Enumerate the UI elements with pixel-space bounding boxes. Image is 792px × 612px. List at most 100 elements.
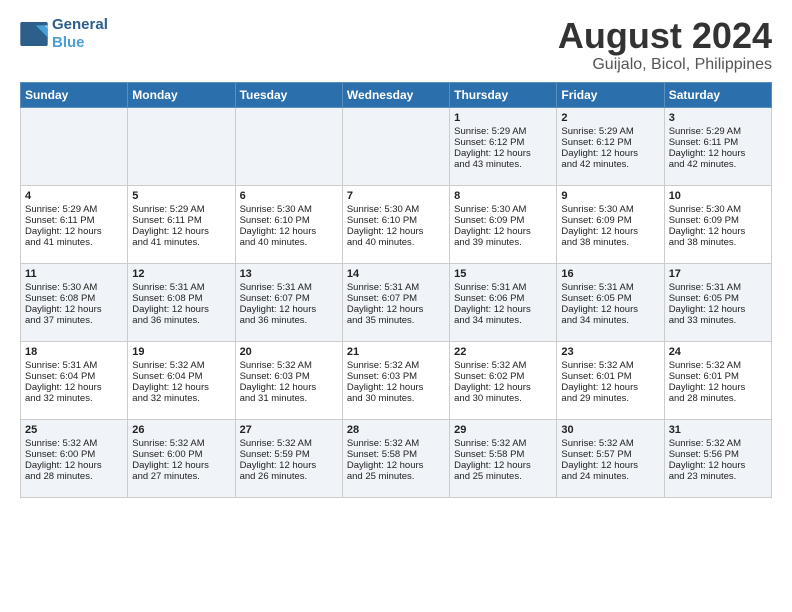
- cell-content-line: and 32 minutes.: [132, 393, 230, 404]
- cell-content-line: and 43 minutes.: [454, 159, 552, 170]
- header-wednesday: Wednesday: [342, 82, 449, 107]
- cell-content-line: and 27 minutes.: [132, 471, 230, 482]
- cell-2-7: 10Sunrise: 5:30 AMSunset: 6:09 PMDayligh…: [664, 185, 771, 263]
- cell-content-line: Daylight: 12 hours: [561, 460, 659, 471]
- cell-content-line: Sunrise: 5:29 AM: [561, 126, 659, 137]
- cell-content-line: Sunset: 6:06 PM: [454, 293, 552, 304]
- cell-content-line: Sunset: 6:12 PM: [561, 137, 659, 148]
- day-number: 1: [454, 112, 552, 124]
- day-number: 30: [561, 424, 659, 436]
- day-number: 24: [669, 346, 767, 358]
- cell-content-line: and 30 minutes.: [454, 393, 552, 404]
- cell-1-5: 1Sunrise: 5:29 AMSunset: 6:12 PMDaylight…: [450, 107, 557, 185]
- header-row: Sunday Monday Tuesday Wednesday Thursday…: [21, 82, 772, 107]
- cell-content-line: Sunrise: 5:32 AM: [669, 360, 767, 371]
- cell-content-line: Sunset: 6:01 PM: [561, 371, 659, 382]
- cell-content-line: Sunset: 6:04 PM: [132, 371, 230, 382]
- cell-content-line: Sunrise: 5:32 AM: [561, 360, 659, 371]
- cell-content-line: Sunrise: 5:32 AM: [240, 360, 338, 371]
- cell-content-line: Daylight: 12 hours: [132, 226, 230, 237]
- day-number: 3: [669, 112, 767, 124]
- cell-content-line: and 25 minutes.: [347, 471, 445, 482]
- day-number: 7: [347, 190, 445, 202]
- day-number: 13: [240, 268, 338, 280]
- cell-content-line: Sunset: 6:08 PM: [25, 293, 123, 304]
- cell-content-line: Sunrise: 5:31 AM: [669, 282, 767, 293]
- cell-content-line: Sunrise: 5:31 AM: [132, 282, 230, 293]
- cell-5-6: 30Sunrise: 5:32 AMSunset: 5:57 PMDayligh…: [557, 419, 664, 497]
- cell-4-5: 22Sunrise: 5:32 AMSunset: 6:02 PMDayligh…: [450, 341, 557, 419]
- header: General Blue August 2024 Guijalo, Bicol,…: [20, 16, 772, 74]
- cell-5-5: 29Sunrise: 5:32 AMSunset: 5:58 PMDayligh…: [450, 419, 557, 497]
- cell-2-5: 8Sunrise: 5:30 AMSunset: 6:09 PMDaylight…: [450, 185, 557, 263]
- cell-3-4: 14Sunrise: 5:31 AMSunset: 6:07 PMDayligh…: [342, 263, 449, 341]
- day-number: 21: [347, 346, 445, 358]
- cell-content-line: and 29 minutes.: [561, 393, 659, 404]
- cell-content-line: and 33 minutes.: [669, 315, 767, 326]
- cell-content-line: and 25 minutes.: [454, 471, 552, 482]
- week-row-3: 11Sunrise: 5:30 AMSunset: 6:08 PMDayligh…: [21, 263, 772, 341]
- cell-content-line: Sunrise: 5:31 AM: [347, 282, 445, 293]
- day-number: 28: [347, 424, 445, 436]
- cell-3-6: 16Sunrise: 5:31 AMSunset: 6:05 PMDayligh…: [557, 263, 664, 341]
- cell-content-line: Daylight: 12 hours: [669, 226, 767, 237]
- cell-3-3: 13Sunrise: 5:31 AMSunset: 6:07 PMDayligh…: [235, 263, 342, 341]
- cell-content-line: Daylight: 12 hours: [240, 382, 338, 393]
- header-thursday: Thursday: [450, 82, 557, 107]
- week-row-1: 1Sunrise: 5:29 AMSunset: 6:12 PMDaylight…: [21, 107, 772, 185]
- cell-4-7: 24Sunrise: 5:32 AMSunset: 6:01 PMDayligh…: [664, 341, 771, 419]
- cell-content-line: Sunrise: 5:31 AM: [454, 282, 552, 293]
- cell-content-line: Sunset: 6:07 PM: [347, 293, 445, 304]
- calendar-header: Sunday Monday Tuesday Wednesday Thursday…: [21, 82, 772, 107]
- cell-content-line: Sunset: 6:09 PM: [454, 215, 552, 226]
- cell-content-line: Daylight: 12 hours: [669, 382, 767, 393]
- cell-content-line: Sunrise: 5:30 AM: [669, 204, 767, 215]
- day-number: 11: [25, 268, 123, 280]
- cell-content-line: Sunrise: 5:32 AM: [347, 438, 445, 449]
- week-row-2: 4Sunrise: 5:29 AMSunset: 6:11 PMDaylight…: [21, 185, 772, 263]
- cell-content-line: Sunset: 6:00 PM: [25, 449, 123, 460]
- cell-3-1: 11Sunrise: 5:30 AMSunset: 6:08 PMDayligh…: [21, 263, 128, 341]
- cell-content-line: Sunset: 6:10 PM: [240, 215, 338, 226]
- cell-content-line: and 37 minutes.: [25, 315, 123, 326]
- cell-1-1: [21, 107, 128, 185]
- cell-content-line: Daylight: 12 hours: [561, 382, 659, 393]
- cell-content-line: Daylight: 12 hours: [454, 226, 552, 237]
- cell-content-line: Daylight: 12 hours: [25, 460, 123, 471]
- cell-content-line: Sunset: 6:04 PM: [25, 371, 123, 382]
- cell-content-line: and 36 minutes.: [132, 315, 230, 326]
- cell-content-line: Sunset: 6:10 PM: [347, 215, 445, 226]
- cell-content-line: Sunset: 6:11 PM: [25, 215, 123, 226]
- day-number: 26: [132, 424, 230, 436]
- day-number: 23: [561, 346, 659, 358]
- day-number: 20: [240, 346, 338, 358]
- day-number: 15: [454, 268, 552, 280]
- cell-content-line: Sunset: 6:03 PM: [347, 371, 445, 382]
- cell-content-line: and 38 minutes.: [561, 237, 659, 248]
- cell-content-line: Sunset: 5:59 PM: [240, 449, 338, 460]
- day-number: 4: [25, 190, 123, 202]
- cell-content-line: and 34 minutes.: [561, 315, 659, 326]
- cell-4-2: 19Sunrise: 5:32 AMSunset: 6:04 PMDayligh…: [128, 341, 235, 419]
- cell-content-line: and 41 minutes.: [25, 237, 123, 248]
- cell-2-6: 9Sunrise: 5:30 AMSunset: 6:09 PMDaylight…: [557, 185, 664, 263]
- cell-content-line: Daylight: 12 hours: [132, 304, 230, 315]
- cell-content-line: Sunset: 6:11 PM: [669, 137, 767, 148]
- cell-content-line: and 38 minutes.: [669, 237, 767, 248]
- cell-content-line: Daylight: 12 hours: [132, 382, 230, 393]
- cell-content-line: Sunrise: 5:29 AM: [454, 126, 552, 137]
- day-number: 31: [669, 424, 767, 436]
- logo-text: General Blue: [52, 16, 108, 52]
- cell-content-line: and 28 minutes.: [25, 471, 123, 482]
- cell-content-line: Daylight: 12 hours: [454, 148, 552, 159]
- cell-3-2: 12Sunrise: 5:31 AMSunset: 6:08 PMDayligh…: [128, 263, 235, 341]
- cell-5-2: 26Sunrise: 5:32 AMSunset: 6:00 PMDayligh…: [128, 419, 235, 497]
- day-number: 14: [347, 268, 445, 280]
- header-saturday: Saturday: [664, 82, 771, 107]
- cell-2-2: 5Sunrise: 5:29 AMSunset: 6:11 PMDaylight…: [128, 185, 235, 263]
- cell-content-line: Daylight: 12 hours: [561, 304, 659, 315]
- cell-content-line: and 26 minutes.: [240, 471, 338, 482]
- day-number: 10: [669, 190, 767, 202]
- cell-content-line: and 40 minutes.: [347, 237, 445, 248]
- cell-4-4: 21Sunrise: 5:32 AMSunset: 6:03 PMDayligh…: [342, 341, 449, 419]
